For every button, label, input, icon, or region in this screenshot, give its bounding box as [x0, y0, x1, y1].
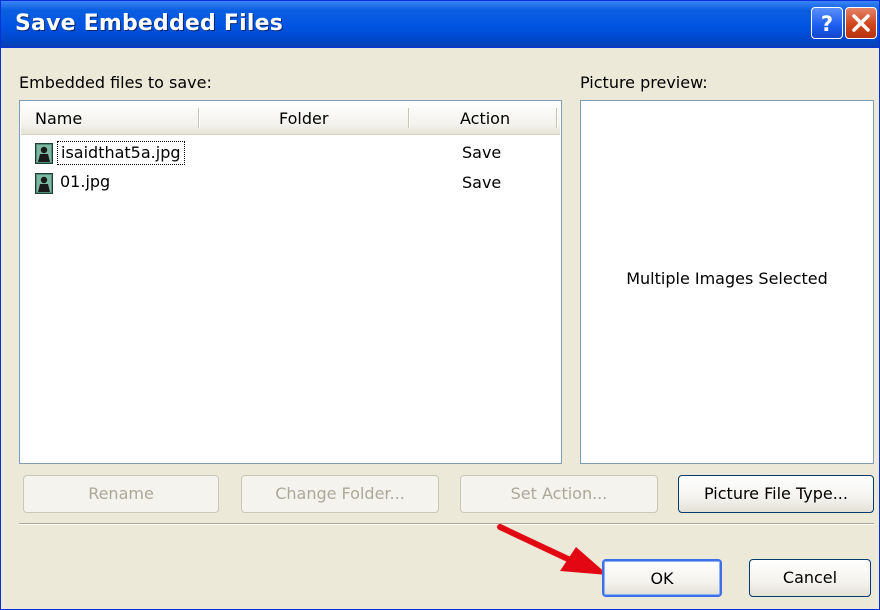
close-icon	[852, 14, 870, 32]
column-header-name[interactable]: Name	[35, 102, 82, 134]
file-name: 01.jpg	[60, 172, 111, 191]
set-action-button[interactable]: Set Action...	[460, 475, 658, 513]
embedded-files-label: Embedded files to save:	[19, 73, 212, 92]
red-arrow-icon	[497, 524, 608, 575]
file-name: isaidthat5a.jpg	[57, 141, 185, 165]
preview-message: Multiple Images Selected	[626, 269, 828, 288]
save-embedded-files-dialog: Save Embedded Files ? Embedded files to …	[0, 0, 880, 610]
list-item[interactable]: isaidthat5a.jpg Save	[21, 139, 560, 167]
ok-button[interactable]: OK	[602, 559, 722, 597]
column-divider[interactable]	[408, 108, 410, 128]
file-action: Save	[462, 173, 502, 192]
image-file-icon	[35, 173, 53, 194]
picture-preview-pane: Multiple Images Selected	[580, 100, 874, 464]
question-mark-icon: ?	[821, 12, 833, 36]
column-header-folder[interactable]: Folder	[279, 102, 328, 134]
picture-preview-label: Picture preview:	[580, 73, 708, 92]
svg-text:?: ?	[821, 12, 833, 36]
dialog-title: Save Embedded Files	[15, 11, 283, 36]
file-action: Save	[462, 143, 502, 162]
column-divider[interactable]	[198, 108, 200, 128]
cancel-button[interactable]: Cancel	[749, 559, 871, 597]
separator	[19, 523, 874, 525]
help-button[interactable]: ?	[811, 7, 843, 39]
image-file-icon	[35, 143, 53, 164]
close-button[interactable]	[845, 7, 877, 39]
title-bar[interactable]: Save Embedded Files ?	[1, 1, 879, 48]
list-header: Name Folder Action	[21, 102, 560, 135]
rename-button[interactable]: Rename	[23, 475, 219, 513]
column-divider[interactable]	[556, 108, 558, 128]
embedded-files-list[interactable]: Name Folder Action isaidthat5a.jpg Save	[19, 100, 562, 464]
column-header-action[interactable]: Action	[460, 102, 510, 134]
list-item[interactable]: 01.jpg Save	[21, 169, 560, 197]
change-folder-button[interactable]: Change Folder...	[241, 475, 439, 513]
picture-file-type-button[interactable]: Picture File Type...	[678, 475, 874, 513]
